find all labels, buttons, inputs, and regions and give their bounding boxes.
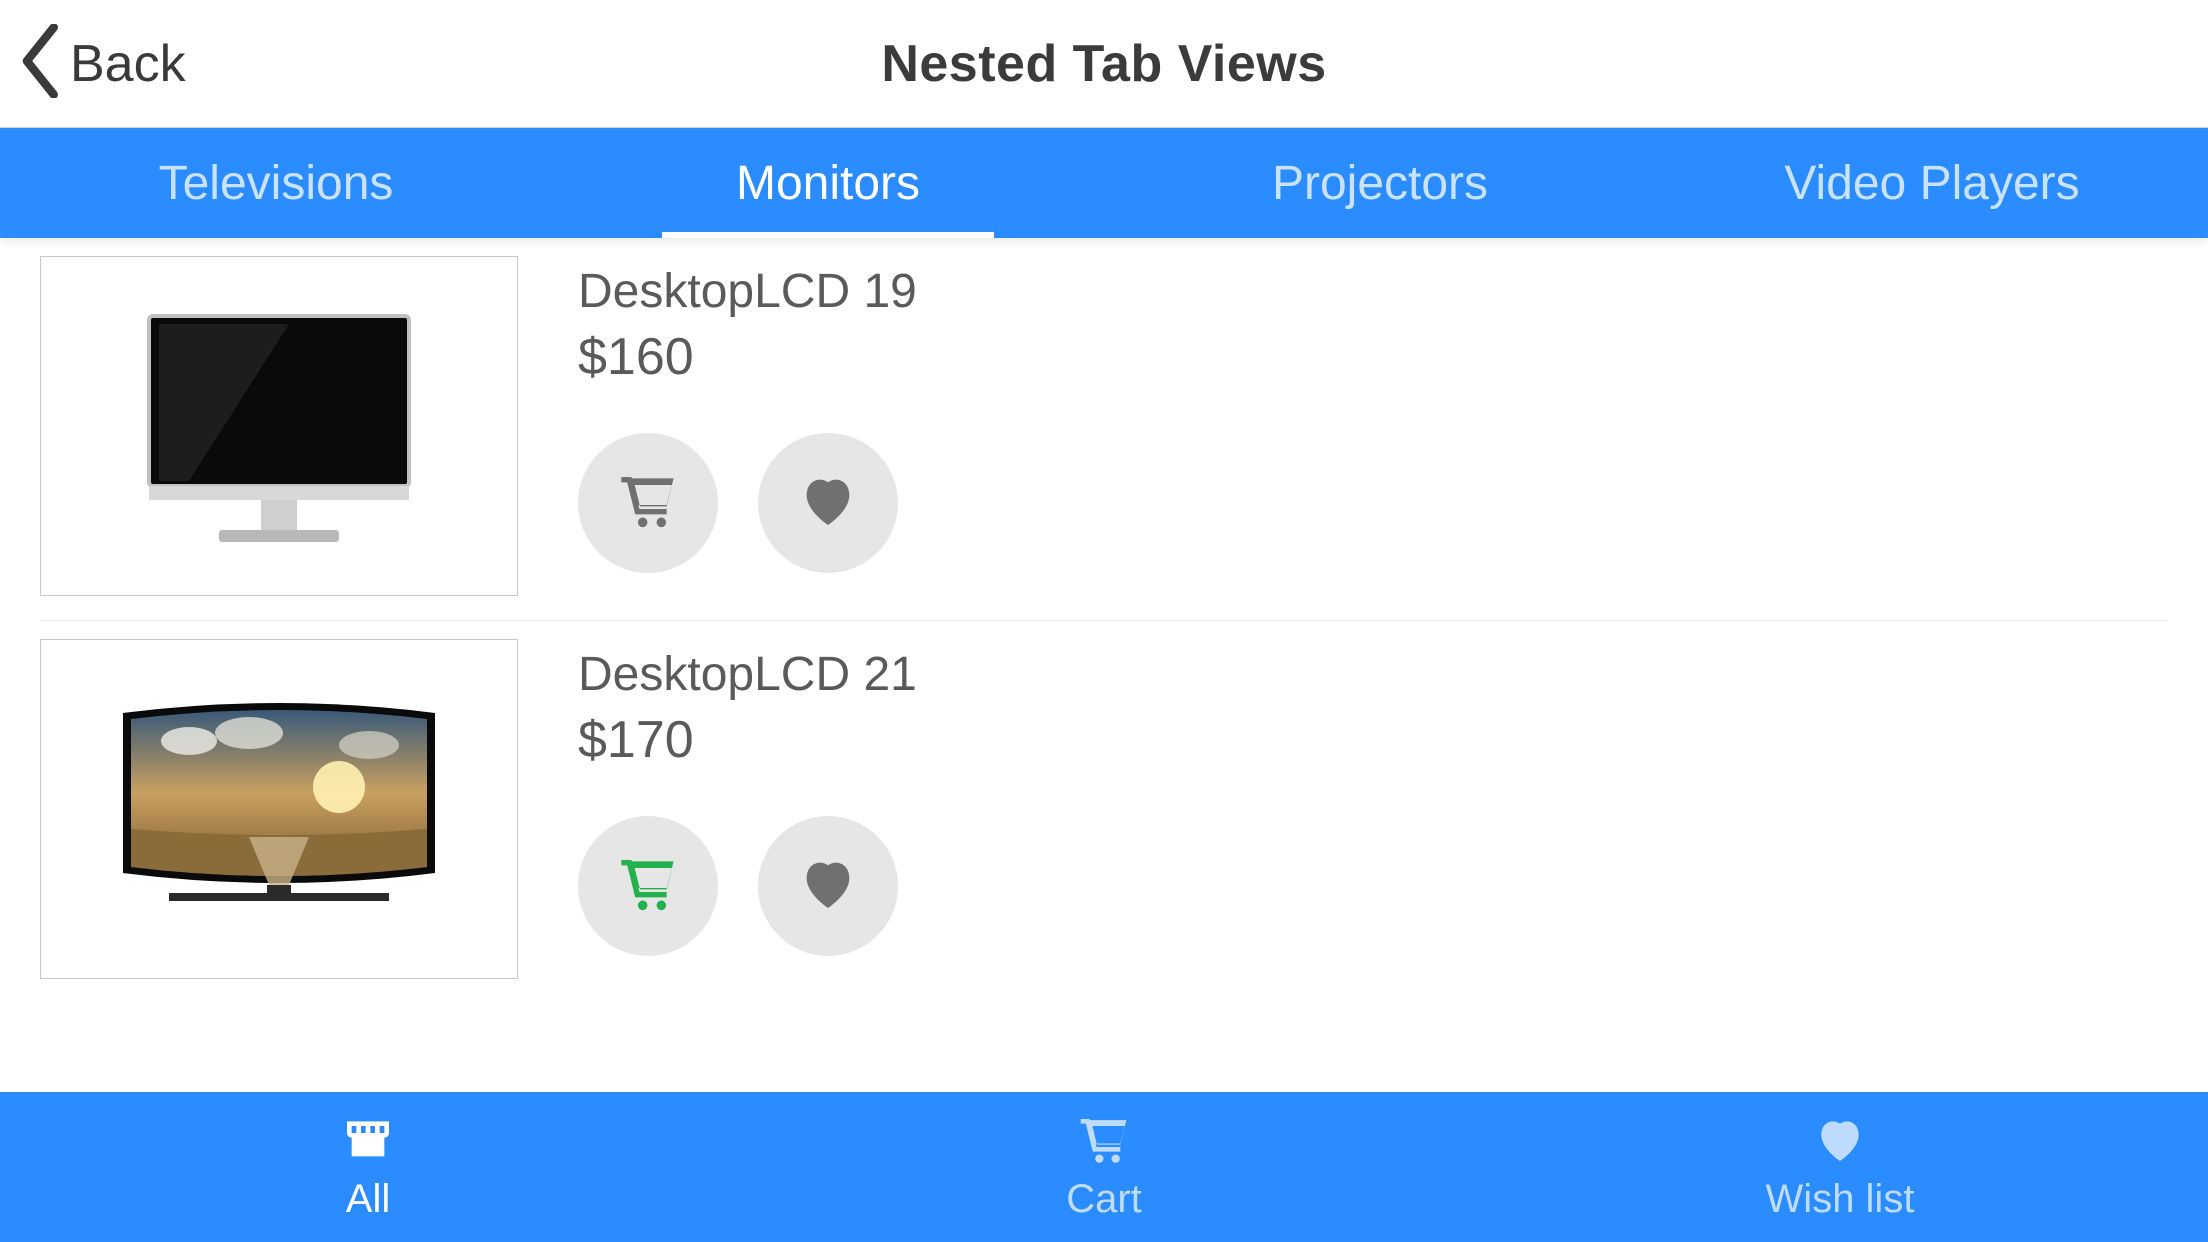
store-icon [340, 1112, 396, 1173]
add-to-wishlist-button[interactable] [758, 433, 898, 573]
tab-televisions[interactable]: Televisions [0, 128, 552, 238]
tab-video-players[interactable]: Video Players [1656, 128, 2208, 238]
tab-projectors[interactable]: Projectors [1104, 128, 1656, 238]
heart-icon [796, 469, 860, 538]
cart-icon [616, 852, 680, 921]
product-name: DesktopLCD 19 [578, 264, 917, 319]
category-tab-bar: Televisions Monitors Projectors Video Pl… [0, 128, 2208, 238]
bottom-tab-wishlist[interactable]: Wish list [1472, 1092, 2208, 1242]
product-info: DesktopLCD 21 $170 [578, 639, 917, 956]
list-item[interactable]: DesktopLCD 21 $170 [40, 621, 2168, 1003]
cart-icon [1076, 1112, 1132, 1173]
monitor-icon [129, 296, 429, 556]
add-to-cart-button[interactable] [578, 816, 718, 956]
bottom-tab-cart[interactable]: Cart [736, 1092, 1472, 1242]
add-to-cart-button[interactable] [578, 433, 718, 573]
product-price: $160 [578, 327, 917, 387]
tab-monitors[interactable]: Monitors [552, 128, 1104, 238]
bottom-tab-label: All [346, 1177, 390, 1222]
bottom-tab-label: Wish list [1766, 1177, 1915, 1222]
heart-icon [796, 852, 860, 921]
curved-tv-icon [109, 689, 449, 929]
bottom-tab-label: Cart [1066, 1177, 1142, 1222]
page-title: Nested Tab Views [881, 34, 1326, 94]
tab-label: Monitors [736, 156, 920, 211]
chevron-left-icon [20, 24, 64, 103]
cart-icon [616, 469, 680, 538]
tab-label: Video Players [1784, 156, 2079, 211]
product-list: DesktopLCD 19 $160 [0, 238, 2208, 1092]
tab-label: Projectors [1272, 156, 1488, 211]
bottom-tab-bar: All Cart Wish list [0, 1092, 2208, 1242]
product-thumbnail [40, 256, 518, 596]
product-price: $170 [578, 710, 917, 770]
back-button[interactable]: Back [20, 0, 186, 127]
back-label: Back [70, 34, 186, 94]
add-to-wishlist-button[interactable] [758, 816, 898, 956]
bottom-tab-all[interactable]: All [0, 1092, 736, 1242]
top-nav-bar: Back Nested Tab Views [0, 0, 2208, 128]
product-thumbnail [40, 639, 518, 979]
list-item[interactable]: DesktopLCD 19 $160 [40, 238, 2168, 621]
heart-icon [1812, 1112, 1868, 1173]
tab-label: Televisions [159, 156, 394, 211]
product-name: DesktopLCD 21 [578, 647, 917, 702]
product-info: DesktopLCD 19 $160 [578, 256, 917, 573]
